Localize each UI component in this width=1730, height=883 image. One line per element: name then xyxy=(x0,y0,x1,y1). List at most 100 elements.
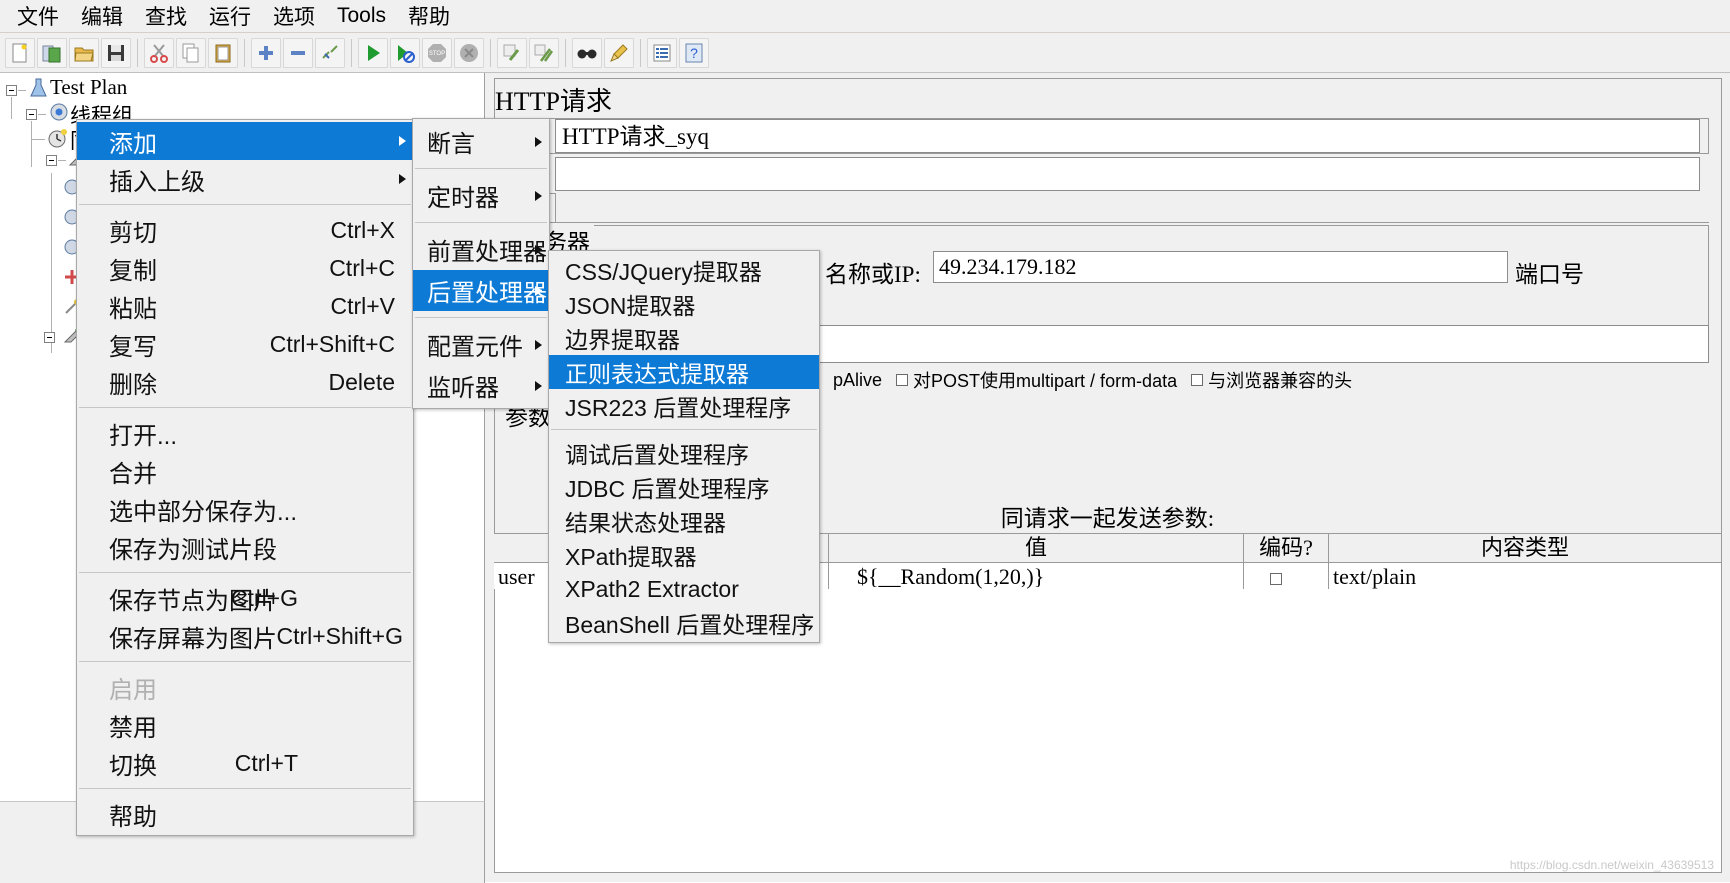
chevron-right-icon xyxy=(535,380,542,391)
ctx-save-screen-as-image[interactable]: 保存屏幕为图片 Ctrl+Shift+G xyxy=(77,617,413,655)
ctx-open[interactable]: 打开... xyxy=(77,414,413,452)
toolbar-group-edit xyxy=(143,37,239,68)
tree-connector xyxy=(11,97,12,119)
tree-connector xyxy=(38,114,46,115)
function-helper-icon[interactable] xyxy=(647,37,677,68)
pp-result-status-action-handler[interactable]: 结果状态处理器 xyxy=(549,504,819,538)
ctx-add[interactable]: 添加 xyxy=(77,122,413,160)
ctx-save-node-as-image[interactable]: 保存节点为图片 Ctrl+G xyxy=(77,579,413,617)
add-submenu[interactable]: 断言 定时器 前置处理器 后置处理器 配置元件 监听器 xyxy=(412,118,550,409)
ctx-insert-parent[interactable]: 插入上级 xyxy=(77,160,413,198)
menu-edit[interactable]: 编辑 xyxy=(70,0,134,33)
ctx-copy[interactable]: 复制 Ctrl+C xyxy=(77,249,413,287)
add-timer[interactable]: 定时器 xyxy=(413,175,549,216)
tab-strip: 高级 xyxy=(494,193,1709,223)
params-cell-content-type[interactable]: text/plain xyxy=(1329,562,1722,590)
expand-all-icon[interactable] xyxy=(251,37,281,68)
start-no-pauses-icon[interactable] xyxy=(390,37,420,68)
params-cell-value[interactable]: ${__Random(1,20,)} xyxy=(829,562,1244,590)
tree-expander-test-plan[interactable] xyxy=(6,85,17,96)
checkbox-keep-alive[interactable]: pAlive xyxy=(833,370,882,391)
add-post-processors[interactable]: 后置处理器 xyxy=(413,270,549,311)
pp-debug-post-processor[interactable]: 调试后置处理程序 xyxy=(549,436,819,470)
tree-context-menu[interactable]: 添加 插入上级 剪切 Ctrl+X 复制 Ctrl+C 粘贴 Ctrl+V 复写… xyxy=(76,119,414,836)
ctx-disable[interactable]: 禁用 xyxy=(77,706,413,744)
chevron-right-icon xyxy=(399,174,406,184)
pp-xpath2-extractor[interactable]: XPath2 Extractor xyxy=(549,572,819,606)
server-name-input[interactable]: 49.234.179.182 xyxy=(933,251,1508,283)
tree-node-test-plan[interactable]: Test Plan xyxy=(50,75,127,100)
menu-file[interactable]: 文件 xyxy=(6,0,70,33)
add-config-element[interactable]: 配置元件 xyxy=(413,324,549,365)
chevron-right-icon xyxy=(535,244,542,255)
pp-jdbc-post-processor[interactable]: JDBC 后置处理程序 xyxy=(549,470,819,504)
request-name-input[interactable]: HTTP请求_syq xyxy=(555,119,1700,153)
collapse-all-icon[interactable] xyxy=(283,37,313,68)
checkbox-multipart-box[interactable] xyxy=(896,374,909,386)
checkbox-browser-compatible-headers-box[interactable] xyxy=(1191,374,1204,386)
tree-expander-http-request[interactable] xyxy=(46,155,57,166)
templates-icon[interactable] xyxy=(37,37,67,68)
checkbox-multipart-label[interactable]: 对POST使用multipart / form-data xyxy=(913,367,1177,393)
add-listener[interactable]: 监听器 xyxy=(413,365,549,406)
start-icon[interactable] xyxy=(358,37,388,68)
page-title: HTTP请求 xyxy=(495,87,613,116)
pp-jsr223-post-processor[interactable]: JSR223 后置处理程序 xyxy=(549,389,819,423)
toolbar-group-search xyxy=(571,37,635,68)
pp-boundary-extractor[interactable]: 边界提取器 xyxy=(549,321,819,355)
pp-xpath-extractor[interactable]: XPath提取器 xyxy=(549,538,819,572)
tree-expander-thread-group[interactable] xyxy=(26,109,37,120)
ctx-enable[interactable]: 启用 xyxy=(77,668,413,706)
shutdown-icon[interactable] xyxy=(454,37,484,68)
search-icon[interactable] xyxy=(572,37,602,68)
save-icon[interactable] xyxy=(101,37,131,68)
ctx-save-as-test-fragment[interactable]: 保存为测试片段 xyxy=(77,528,413,566)
menu-help[interactable]: 帮助 xyxy=(397,0,461,33)
toolbar-group-run: STOP xyxy=(357,37,485,68)
new-file-icon[interactable] xyxy=(5,37,35,68)
copy-icon[interactable] xyxy=(176,37,206,68)
ctx-duplicate[interactable]: 复写 Ctrl+Shift+C xyxy=(77,325,413,363)
pp-beanshell-post-processor[interactable]: BeanShell 后置处理程序 xyxy=(549,606,819,640)
pp-css-jquery-extractor[interactable]: CSS/JQuery提取器 xyxy=(549,253,819,287)
ctx-help[interactable]: 帮助 xyxy=(77,795,413,833)
port-label: 端口号 xyxy=(1515,262,1584,287)
open-folder-icon[interactable] xyxy=(69,37,99,68)
server-name-label: 名称或IP: xyxy=(825,262,921,287)
cut-icon[interactable] xyxy=(144,37,174,68)
chevron-right-icon xyxy=(535,136,542,147)
stop-icon[interactable]: STOP xyxy=(422,37,452,68)
ctx-merge[interactable]: 合并 xyxy=(77,452,413,490)
toolbar-separator xyxy=(351,38,352,67)
svg-text:?: ? xyxy=(690,45,698,61)
post-processor-submenu[interactable]: CSS/JQuery提取器 JSON提取器 边界提取器 正则表达式提取器 JSR… xyxy=(548,250,820,643)
ctx-cut[interactable]: 剪切 Ctrl+X xyxy=(77,211,413,249)
clear-icon[interactable] xyxy=(497,37,527,68)
tree-connector xyxy=(31,139,45,140)
menu-search[interactable]: 查找 xyxy=(134,0,198,33)
clear-all-icon[interactable] xyxy=(529,37,559,68)
request-comment-input[interactable] xyxy=(555,157,1700,191)
params-cell-encode[interactable] xyxy=(1244,562,1329,590)
pp-regex-extractor[interactable]: 正则表达式提取器 xyxy=(549,355,819,389)
toolbar-separator xyxy=(640,38,641,67)
ctx-paste[interactable]: 粘贴 Ctrl+V xyxy=(77,287,413,325)
checkbox-browser-compatible-headers-label[interactable]: 与浏览器兼容的头 xyxy=(1208,367,1352,393)
ctx-remove[interactable]: 删除 Delete xyxy=(77,363,413,401)
params-header-encode: 编码? xyxy=(1244,534,1329,562)
tree-expander-child[interactable] xyxy=(44,332,55,343)
search-reset-icon[interactable] xyxy=(604,37,634,68)
menu-run[interactable]: 运行 xyxy=(198,0,262,33)
add-assertions[interactable]: 断言 xyxy=(413,121,549,162)
ctx-toggle[interactable]: 切换 Ctrl+T xyxy=(77,744,413,782)
help-icon[interactable]: ? xyxy=(679,37,709,68)
toggle-icon[interactable] xyxy=(315,37,345,68)
ctx-save-selection-as[interactable]: 选中部分保存为... xyxy=(77,490,413,528)
pp-json-extractor[interactable]: JSON提取器 xyxy=(549,287,819,321)
menu-separator xyxy=(79,407,411,408)
params-encode-checkbox[interactable] xyxy=(1270,572,1282,585)
paste-icon[interactable] xyxy=(208,37,238,68)
add-pre-processors[interactable]: 前置处理器 xyxy=(413,229,549,270)
menu-options[interactable]: 选项 xyxy=(262,0,326,33)
menu-tools[interactable]: Tools xyxy=(326,2,397,30)
